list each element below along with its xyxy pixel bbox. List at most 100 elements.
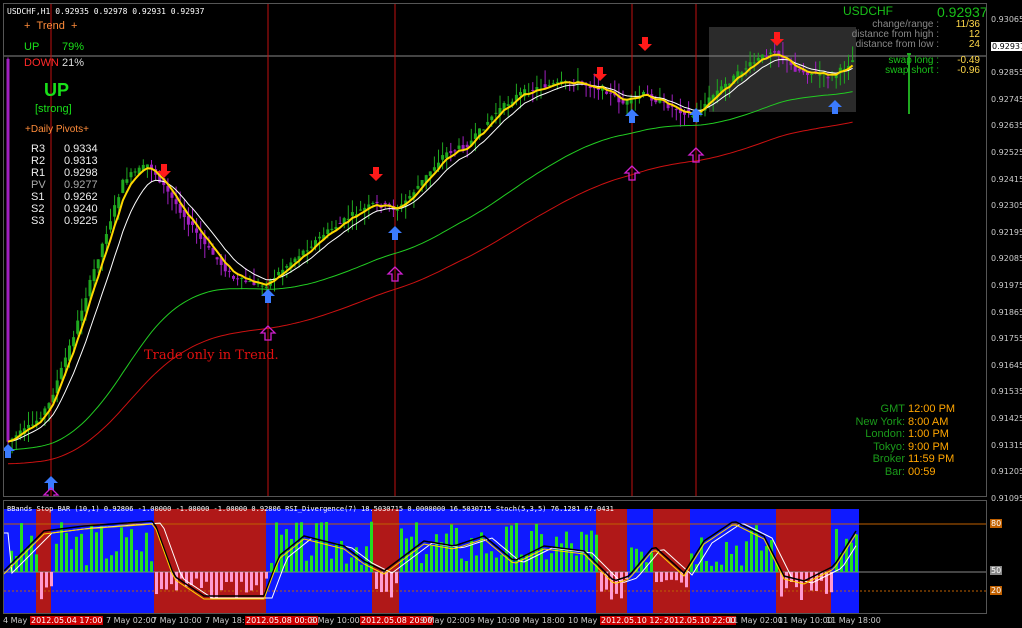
price-tick: 0.92635	[991, 121, 1022, 131]
candle-body	[428, 171, 432, 176]
hist-bar-neg	[665, 572, 668, 581]
candle-body	[797, 68, 801, 71]
info-label: distance from low :	[855, 39, 939, 50]
hist-bar-pos	[715, 561, 718, 572]
hist-bar-pos	[90, 524, 93, 572]
hist-bar-neg	[800, 572, 803, 600]
hist-bar-pos	[95, 532, 98, 572]
candle-body	[92, 269, 96, 282]
indicator-panel[interactable]: BBands Stop BAR (10,1) 0.92806 -1.00000 …	[3, 500, 987, 614]
candle-body	[396, 209, 399, 211]
info-label: swap short :	[885, 65, 939, 76]
candle-body	[461, 145, 465, 150]
price-tick: 0.91975	[991, 281, 1022, 290]
trend-down-pct: 21%	[62, 57, 85, 69]
pivot-value: 0.9262	[64, 191, 98, 203]
clock-label: Tokyo:	[873, 440, 905, 453]
hist-bar-pos	[100, 526, 103, 572]
hist-bar-pos	[500, 554, 503, 572]
candle-body	[359, 209, 363, 211]
candle-body	[494, 112, 498, 114]
hist-bar-neg	[210, 572, 213, 599]
price-chart-canvas[interactable]	[4, 4, 987, 497]
candle-body	[215, 257, 219, 260]
candle-body	[129, 172, 133, 178]
hist-bar-neg	[265, 572, 268, 579]
time-tick: 7 May 02:00	[106, 616, 156, 625]
price-tick: 0.91645	[991, 360, 1022, 370]
candle-body	[826, 77, 830, 79]
hist-bar-pos	[435, 534, 438, 572]
hist-bar-pos	[705, 560, 708, 572]
hist-bar-neg	[245, 572, 248, 593]
price-tick: 0.92195	[991, 227, 1022, 237]
hist-bar-pos	[70, 549, 73, 572]
price-tick: 0.92415	[991, 174, 1022, 184]
candle-body	[350, 212, 354, 216]
chart-window[interactable]: USDCHF,H1 0.92935 0.92978 0.92931 0.9293…	[0, 0, 1022, 628]
trend-title-text: Trend	[36, 20, 65, 32]
hist-bar-pos	[130, 529, 133, 572]
indicator-canvas[interactable]	[4, 501, 987, 614]
hist-bar-pos	[555, 536, 558, 572]
candle-body	[621, 100, 625, 104]
price-tick: 0.91535	[991, 387, 1022, 397]
price-chart-panel[interactable]: USDCHF,H1 0.92935 0.92978 0.92931 0.9293…	[3, 3, 987, 497]
hist-bar-pos	[420, 563, 423, 572]
pivots-title: +Daily Pivots+	[25, 124, 89, 135]
price-tick: 0.91205	[991, 467, 1022, 477]
candle-body	[375, 201, 379, 204]
candle-body	[506, 104, 510, 106]
candle-body	[170, 192, 174, 198]
candle-body	[482, 129, 486, 131]
candle-body	[301, 250, 305, 256]
candle-body	[59, 367, 63, 379]
trend-up-label: UP	[24, 41, 40, 53]
candle-body	[383, 202, 387, 205]
candle-body	[609, 92, 613, 94]
hist-bar-pos	[750, 530, 753, 572]
hist-bar-neg	[230, 572, 233, 582]
buy-arrow-icon	[4, 444, 15, 458]
hist-bar-neg	[380, 572, 383, 593]
hist-bar-pos	[850, 542, 853, 572]
pivot-value: 0.9240	[64, 203, 98, 215]
pivot-value: 0.9225	[64, 215, 98, 227]
candle-body	[293, 258, 297, 263]
hist-bar-neg	[670, 572, 673, 580]
hist-bar-pos	[60, 522, 63, 572]
candle-body	[63, 357, 67, 367]
price-tick: 0.91425	[991, 414, 1022, 423]
hist-bar-neg	[200, 572, 203, 588]
hist-bar-pos	[270, 562, 273, 572]
hist-bar-neg	[395, 572, 398, 584]
clock-value: 12:00 PM	[908, 403, 956, 415]
hist-bar-neg	[610, 572, 613, 600]
symbol-header-text: USDCHF,H1	[7, 7, 51, 16]
hist-bar-neg	[50, 572, 53, 587]
candle-body	[121, 179, 125, 193]
candle-body	[260, 285, 264, 287]
hist-bar-neg	[830, 572, 833, 593]
hist-bar-neg	[45, 572, 48, 588]
candle-body	[199, 233, 203, 239]
pivot-value: 0.9334	[64, 143, 98, 155]
candle-body	[309, 246, 313, 248]
hist-bar-pos	[495, 557, 498, 572]
hist-bar-neg	[225, 572, 228, 582]
hist-bar-pos	[140, 551, 143, 572]
pivot-name: S1	[31, 191, 45, 203]
hist-bar-neg	[625, 572, 628, 580]
pivot-value: 0.9277	[64, 179, 98, 191]
hist-bar-pos	[725, 541, 728, 572]
candle-body	[457, 145, 461, 149]
candle-body	[724, 83, 727, 88]
hist-bar-neg	[240, 572, 243, 582]
price-tick: 0.91095	[991, 493, 1022, 503]
candle-body	[39, 417, 43, 419]
candle-body	[490, 116, 494, 121]
price-tick: 0.91315	[991, 440, 1022, 450]
hist-bar-pos	[460, 558, 463, 572]
price-tick: 0.92525	[991, 148, 1022, 157]
hist-bar-pos	[630, 547, 633, 572]
